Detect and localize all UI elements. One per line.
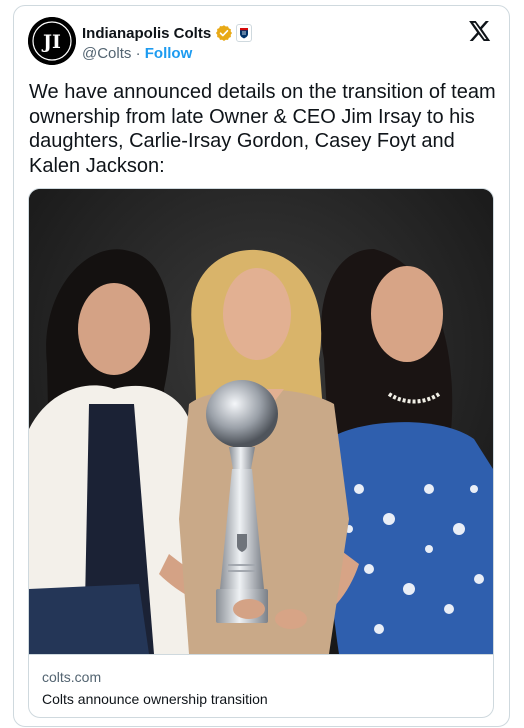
- avatar-monogram: JI: [41, 31, 61, 53]
- nfl-affiliate-badge-icon: [236, 24, 253, 42]
- card-footer[interactable]: colts.com Colts announce ownership trans…: [29, 654, 493, 717]
- tweet-card[interactable]: JI Indianapolis Colts @Colts · Follow We…: [13, 5, 510, 727]
- card-photo[interactable]: [29, 189, 493, 654]
- tweet-header: JI Indianapolis Colts @Colts · Follow: [14, 6, 509, 76]
- link-preview-card[interactable]: colts.com Colts announce ownership trans…: [28, 188, 494, 718]
- avatar[interactable]: JI: [28, 17, 76, 65]
- x-logo-icon[interactable]: [469, 21, 491, 41]
- handle-separator: ·: [131, 45, 145, 62]
- author-name-row: Indianapolis Colts: [82, 24, 253, 42]
- author-handle-row: @Colts · Follow: [82, 45, 192, 62]
- tweet-text: We have announced details on the transit…: [29, 81, 496, 177]
- follow-button[interactable]: Follow: [145, 45, 193, 62]
- author-handle[interactable]: @Colts: [82, 45, 131, 62]
- verified-gold-badge-icon: [216, 25, 233, 42]
- author-display-name[interactable]: Indianapolis Colts: [82, 25, 211, 42]
- card-title[interactable]: Colts announce ownership transition: [42, 691, 268, 707]
- card-domain: colts.com: [42, 669, 102, 685]
